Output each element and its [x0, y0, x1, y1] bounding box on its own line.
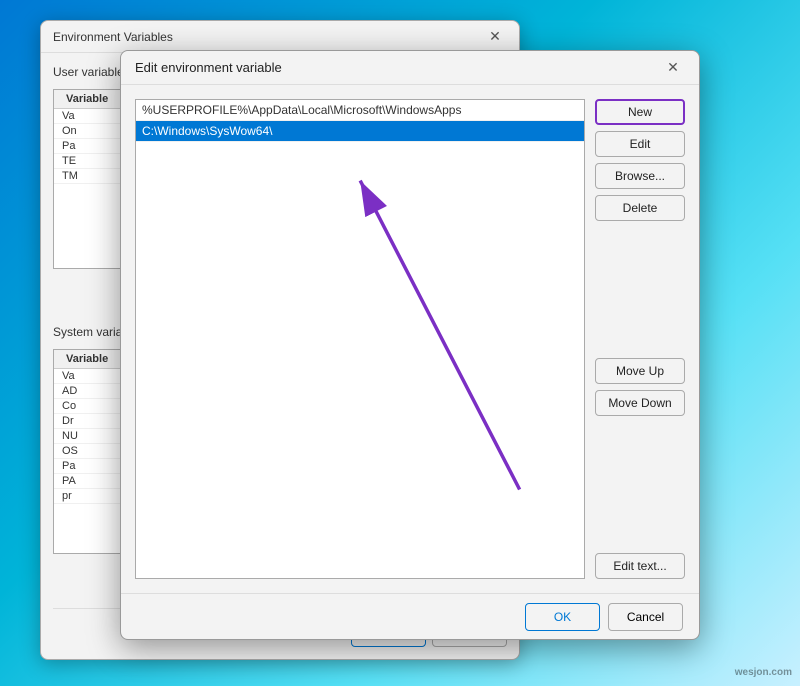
move-up-button[interactable]: Move Up: [595, 358, 685, 384]
edit-dialog-footer: OK Cancel: [121, 593, 699, 639]
edit-env-dialog: Edit environment variable ✕ %USERPROFILE…: [120, 50, 700, 640]
new-button[interactable]: New: [595, 99, 685, 125]
path-list[interactable]: %USERPROFILE%\AppData\Local\Microsoft\Wi…: [135, 99, 585, 579]
env-dialog-close-button[interactable]: ✕: [483, 25, 507, 49]
delete-button[interactable]: Delete: [595, 195, 685, 221]
edit-dialog-body: %USERPROFILE%\AppData\Local\Microsoft\Wi…: [121, 85, 699, 593]
edit-dialog-titlebar: Edit environment variable ✕: [121, 51, 699, 85]
list-item-2[interactable]: C:\Windows\SysWow64\: [136, 121, 584, 142]
move-down-button[interactable]: Move Down: [595, 390, 685, 416]
system-col-variable: Variable: [58, 352, 116, 366]
edit-button[interactable]: Edit: [595, 131, 685, 157]
user-col-variable: Variable: [58, 92, 116, 106]
browse-button[interactable]: Browse...: [595, 163, 685, 189]
env-dialog-title: Environment Variables: [53, 30, 483, 44]
edit-text-button[interactable]: Edit text...: [595, 553, 685, 579]
edit-ok-button[interactable]: OK: [525, 603, 600, 631]
watermark: wesjon.com: [735, 667, 792, 678]
edit-buttons-panel: New Edit Browse... Delete Move Up Move D…: [595, 99, 685, 579]
list-item-1[interactable]: %USERPROFILE%\AppData\Local\Microsoft\Wi…: [136, 100, 584, 121]
edit-dialog-title: Edit environment variable: [135, 60, 661, 75]
env-dialog-titlebar: Environment Variables ✕: [41, 21, 519, 53]
edit-dialog-close-button[interactable]: ✕: [661, 56, 685, 80]
edit-cancel-button[interactable]: Cancel: [608, 603, 683, 631]
